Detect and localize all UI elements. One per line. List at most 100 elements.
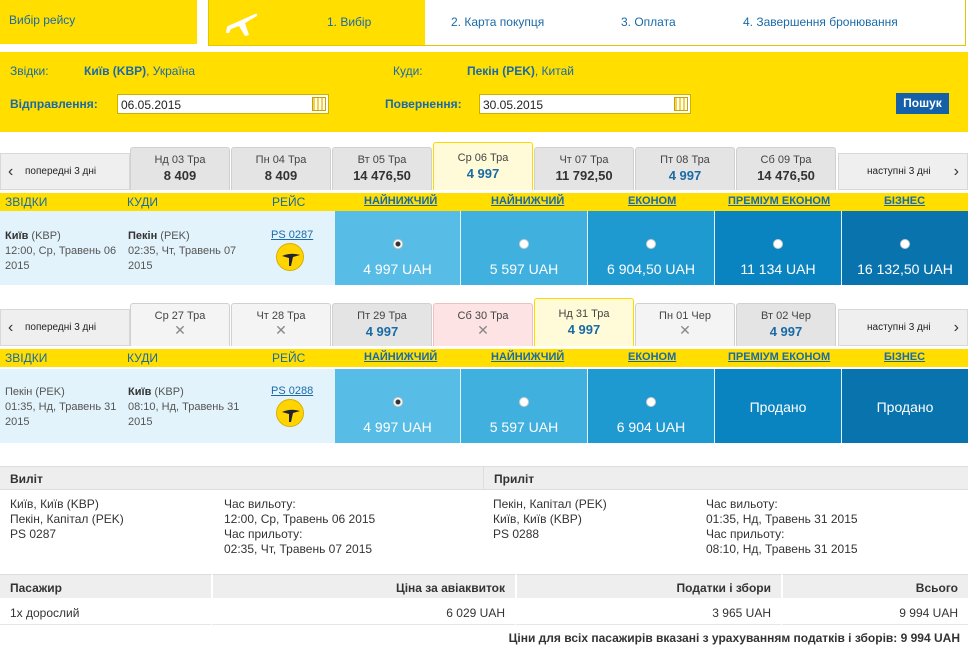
date-tab[interactable]: Чт 28 Тра ✕ [231,303,331,346]
fare-radio[interactable] [900,239,910,249]
fare-radio[interactable] [392,397,403,407]
return-date-input[interactable]: 30.05.2015 [479,94,691,114]
date-tab[interactable]: Нд 03 Тра 8 409 [130,147,230,190]
date-tab-selected[interactable]: Нд 31 Тра 4 997 [534,298,634,346]
fare-cell-sold-out: Продано [842,369,968,443]
fare-lowest-2-link[interactable]: НАЙНИЖЧИЙ [491,195,564,207]
prev-3-days-button[interactable]: ‹ попередні 3 дні [0,153,130,190]
fare-economy-link[interactable]: ЕКОНОМ [628,195,676,207]
fare-cell[interactable]: 5 597 UAH [461,369,587,443]
fare-radio[interactable] [519,397,529,407]
date-tab[interactable]: Вт 05 Тра 14 476,50 [332,147,432,190]
fare-cell[interactable]: 16 132,50 UAH [842,211,968,285]
fare-radio[interactable] [646,239,656,249]
col-to: КУДИ [127,195,158,209]
fare-cell[interactable]: 4 997 UAH [335,369,460,443]
fare-business-link[interactable]: БІЗНЕС [884,351,925,363]
next-3-days-button[interactable]: наступні 3 дні › [838,309,968,346]
fare-lowest-link[interactable]: НАЙНИЖЧИЙ [364,351,437,363]
next-3-days-button[interactable]: наступні 3 дні › [838,153,968,190]
fare-radio[interactable] [519,239,529,249]
step-3: 3. Оплата [621,15,676,29]
next-label: наступні 3 дні [867,166,931,177]
date-tab[interactable]: Сб 09 Тра 14 476,50 [736,147,836,190]
col-flight: РЕЙС [272,195,306,209]
chevron-right-icon: › [953,163,959,180]
top-bar: Вибір рейсу 1. Вибір 2. Карта покупця 3.… [0,0,968,50]
date-tab-return-selected[interactable]: Сб 30 Тра ✕ [433,303,533,346]
calendar-icon[interactable] [674,97,688,111]
outbound-from: Київ (KBP) 12:00, Ср, Травень 06 2015 [5,230,117,272]
step-2: 2. Карта покупця [451,15,545,29]
search-button[interactable]: Пошук [896,93,949,114]
calendar-icon[interactable] [312,97,326,111]
inbound-from: Пекін (PEK) 01:35, Нд, Травень 31 2015 [5,386,117,428]
booking-steps: 1. Вибір 2. Карта покупця 3. Оплата 4. З… [208,0,966,46]
flight-number-link[interactable]: PS 0287 [271,229,313,241]
fare-radio[interactable] [392,239,403,249]
unavailable-icon: ✕ [679,322,691,338]
step-4: 4. Завершення бронювання [743,15,898,29]
fare-premium-economy-link[interactable]: ПРЕМІУМ ЕКОНОМ [728,195,830,207]
airline-logo-icon [276,399,304,427]
date-tab[interactable]: Пн 01 Чер ✕ [635,303,735,346]
flight-number-link[interactable]: PS 0288 [271,385,313,397]
search-panel: Звідки: Київ (KBP), Україна Куди: Пекін … [0,52,968,132]
next-label: наступні 3 дні [867,322,931,333]
chevron-right-icon: › [953,319,959,336]
from-value: Київ (KBP), Україна [84,64,196,78]
outbound-column-header: ЗВІДКИ КУДИ РЕЙС НАЙНИЖЧИЙ НАЙНИЖЧИЙ ЕКО… [0,193,968,211]
to-label: Куди: [393,64,423,78]
fare-cell[interactable]: 4 997 UAH [335,211,460,285]
ticket-price-header: Ціна за авіаквиток [212,574,515,598]
fare-radio[interactable] [773,239,783,249]
fare-cell[interactable]: 6 904,50 UAH [588,211,714,285]
prev-label: попередні 3 дні [25,322,97,333]
total-cell: 9 994 UAH [782,600,968,625]
to-value: Пекін (PEK), Китай [467,64,574,78]
fare-cell[interactable]: 5 597 UAH [461,211,587,285]
total-price-note: Ціни для всіх пасажирів вказані з урахув… [508,631,960,645]
passenger-header: Пасажир [0,574,211,598]
total-header: Всього [782,574,968,598]
plane-icon [209,0,275,45]
depart-date-input[interactable]: 06.05.2015 [117,94,329,114]
depart-label: Відправлення: [10,97,98,111]
col-from: ЗВІДКИ [5,195,48,209]
fare-cell[interactable]: 6 904 UAH [588,369,714,443]
arrival-times: Час вильоту: 01:35, Нд, Травень 31 2015 Ча… [706,497,858,556]
airline-logo-icon [276,243,304,271]
outbound-to: Пекін (PEK) 02:35, Чт, Травень 07 2015 [128,230,237,272]
from-label: Звідки: [10,64,49,78]
prev-3-days-button[interactable]: ‹ попередні 3 дні [0,309,130,346]
date-tab[interactable]: Чт 07 Тра 11 792,50 [534,147,634,190]
fare-radio[interactable] [646,397,656,407]
date-tab[interactable]: Пн 04 Тра 8 409 [231,147,331,190]
outbound-flight-row: Київ (KBP) 12:00, Ср, Травень 06 2015 Пекі… [0,211,968,285]
col-from: ЗВІДКИ [5,351,48,365]
prev-label: попередні 3 дні [25,166,97,177]
arrival-summary-title: Приліт [483,466,968,490]
select-flight-tab[interactable]: Вибір рейсу [0,0,197,44]
fare-business-link[interactable]: БІЗНЕС [884,195,925,207]
ticket-price-cell: 6 029 UAH [212,600,515,625]
unavailable-icon: ✕ [477,322,489,338]
fare-lowest-link[interactable]: НАЙНИЖЧИЙ [364,195,437,207]
fare-lowest-2-link[interactable]: НАЙНИЖЧИЙ [491,351,564,363]
date-tab[interactable]: Пт 29 Тра 4 997 [332,303,432,346]
unavailable-icon: ✕ [275,322,287,338]
date-tab[interactable]: Вт 02 Чер 4 997 [736,303,836,346]
fare-economy-link[interactable]: ЕКОНОМ [628,351,676,363]
departure-route: Київ, Київ (KBP) Пекін, Капітал (PEK) PS 0… [10,497,124,541]
outbound-date-strip: ‹ попередні 3 дні Нд 03 Тра 8 409 Пн 04 Т… [0,142,968,190]
date-tab[interactable]: Пт 08 Тра 4 997 [635,147,735,190]
step-1: 1. Вибір [327,15,372,29]
taxes-header: Податки і збори [516,574,781,598]
inbound-column-header: ЗВІДКИ КУДИ РЕЙС НАЙНИЖЧИЙ НАЙНИЖЧИЙ ЕКО… [0,349,968,367]
date-tab-selected[interactable]: Ср 06 Тра 4 997 [433,142,533,190]
fare-premium-economy-link[interactable]: ПРЕМІУМ ЕКОНОМ [728,351,830,363]
fare-cell[interactable]: 11 134 UAH [715,211,841,285]
passenger-cell: 1x дорослий [0,600,211,625]
return-label: Повернення: [385,97,462,111]
date-tab[interactable]: Ср 27 Тра ✕ [130,303,230,346]
